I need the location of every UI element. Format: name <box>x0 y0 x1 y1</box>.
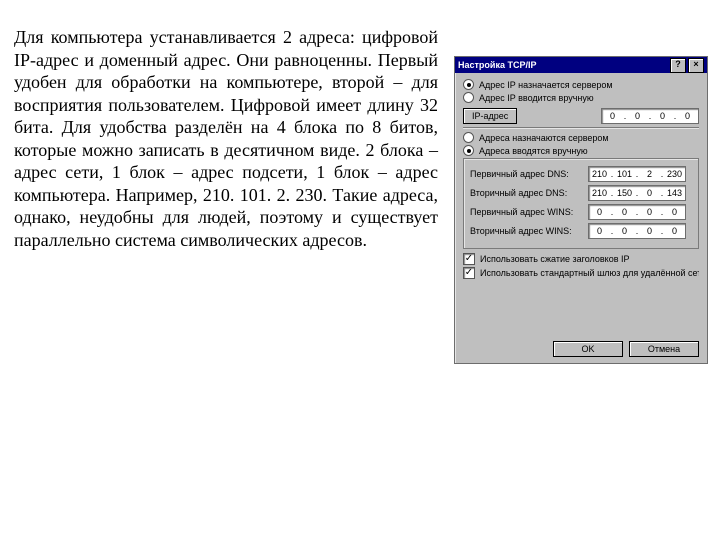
help-button[interactable]: ? <box>670 58 686 73</box>
ip-octet: 210 <box>590 188 610 198</box>
radio-ip-auto[interactable] <box>463 79 474 90</box>
ip-address-button[interactable]: IP-адрес <box>463 108 517 124</box>
paragraph-text: Для компьютера устанавливается 2 адреса:… <box>14 27 438 250</box>
dialog-title: Настройка TCP/IP <box>458 60 670 70</box>
checkbox-default-gateway[interactable] <box>463 267 475 279</box>
ip-octet: 0 <box>628 111 648 121</box>
radio-label: Адреса назначаются сервером <box>479 133 609 143</box>
ip-octet: 0 <box>653 111 673 121</box>
checkbox-label: Использовать стандартный шлюз для удалён… <box>480 268 699 278</box>
dns-secondary-label: Вторичный адрес DNS: <box>470 188 588 198</box>
radio-label: Адреса вводятся вручную <box>479 146 588 156</box>
ip-octet: 0 <box>590 207 610 217</box>
wins-secondary-field[interactable]: 0. 0. 0. 0 <box>588 223 686 239</box>
ip-octet: 150 <box>615 188 635 198</box>
radio-ip-manual[interactable] <box>463 92 474 103</box>
dns-primary-label: Первичный адрес DNS: <box>470 169 588 179</box>
ip-octet: 101 <box>615 169 635 179</box>
ip-octet: 0 <box>615 207 635 217</box>
ip-octet: 0 <box>640 226 660 236</box>
close-button[interactable]: × <box>688 58 704 73</box>
ip-octet: 143 <box>665 188 685 198</box>
radio-addr-auto[interactable] <box>463 132 474 143</box>
cancel-button[interactable]: Отмена <box>629 341 699 357</box>
radio-addr-manual[interactable] <box>463 145 474 156</box>
ip-octet: 0 <box>678 111 698 121</box>
ip-octet: 230 <box>665 169 685 179</box>
tcpip-dialog: Настройка TCP/IP ? × Адрес IP назначаетс… <box>454 56 708 364</box>
ok-button[interactable]: OK <box>553 341 623 357</box>
ip-octet: 0 <box>603 111 623 121</box>
ip-octet: 0 <box>590 226 610 236</box>
titlebar[interactable]: Настройка TCP/IP ? × <box>455 57 707 73</box>
ip-octet: 0 <box>665 207 685 217</box>
ip-octet: 0 <box>640 188 660 198</box>
ip-octet: 2 <box>640 169 660 179</box>
ip-octet: 0 <box>665 226 685 236</box>
checkbox-ip-compression[interactable] <box>463 253 475 265</box>
address-group: Первичный адрес DNS: 210. 101. 2. 230 Вт… <box>463 158 699 249</box>
radio-label: Адрес IP вводится вручную <box>479 93 594 103</box>
ip-octet: 0 <box>615 226 635 236</box>
wins-secondary-label: Вторичный адрес WINS: <box>470 226 588 236</box>
ip-octet: 0 <box>640 207 660 217</box>
dns-primary-field[interactable]: 210. 101. 2. 230 <box>588 166 686 182</box>
checkbox-label: Использовать сжатие заголовков IP <box>480 254 630 264</box>
wins-primary-field[interactable]: 0. 0. 0. 0 <box>588 204 686 220</box>
ip-octet: 210 <box>590 169 610 179</box>
radio-label: Адрес IP назначается сервером <box>479 80 613 90</box>
wins-primary-label: Первичный адрес WINS: <box>470 207 588 217</box>
article-body: Для компьютера устанавливается 2 адреса:… <box>14 26 438 251</box>
ip-field-disabled[interactable]: 0. 0. 0. 0 <box>601 108 699 124</box>
dns-secondary-field[interactable]: 210. 150. 0. 143 <box>588 185 686 201</box>
